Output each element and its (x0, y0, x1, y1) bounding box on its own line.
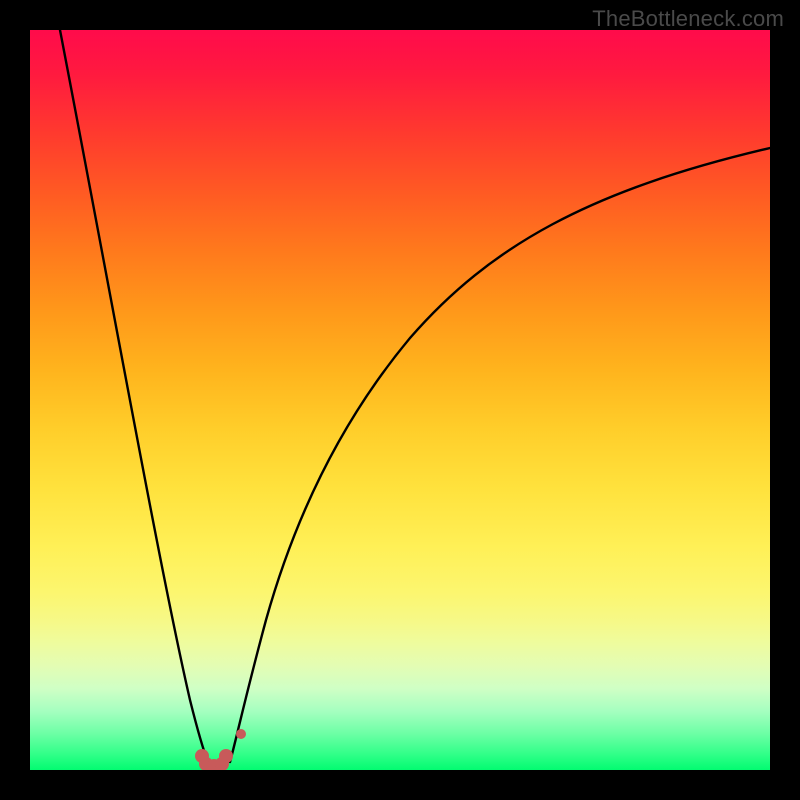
plot-area (30, 30, 770, 770)
watermark-text: TheBottleneck.com (592, 6, 784, 32)
chart-frame: TheBottleneck.com (0, 0, 800, 800)
curve-layer (30, 30, 770, 770)
trough-marker (219, 749, 233, 763)
outlier-marker (236, 729, 246, 739)
bottleneck-curve-right (230, 148, 770, 762)
bottleneck-curve-left (60, 30, 208, 762)
